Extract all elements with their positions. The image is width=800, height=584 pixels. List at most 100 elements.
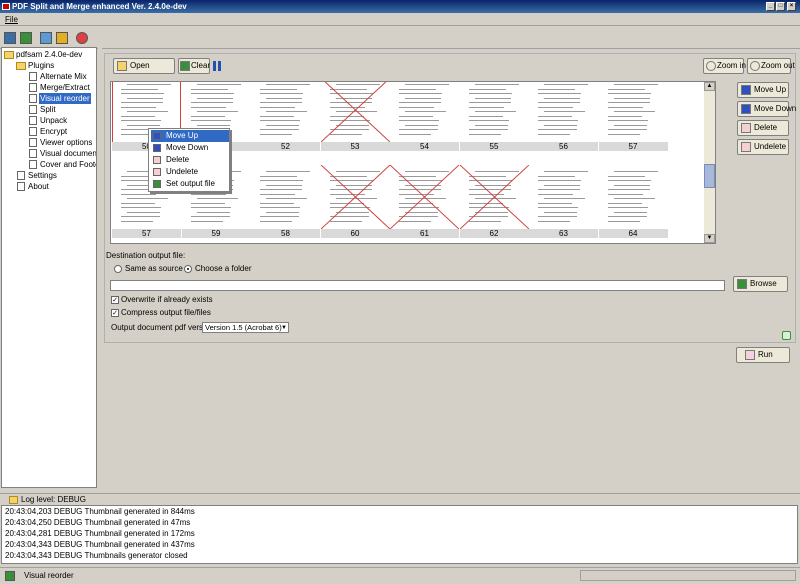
window-title: PDF Split and Merge enhanced Ver. 2.4.0e… [12,2,187,11]
thumbnail-page[interactable]: 61 [390,165,459,238]
tree-root[interactable]: pdfsam 2.4.0e-dev [16,49,82,60]
zoom-in-button[interactable]: Zoom in [703,58,746,74]
menu-item-undelete[interactable]: Undelete [151,166,229,178]
split-pane-divider[interactable] [98,47,102,488]
tree-item-merge-extract[interactable]: Merge/Extract [40,82,90,93]
thumbnail-page[interactable]: 55 [459,82,529,151]
minimize-button[interactable]: _ [766,2,775,11]
tree-item-encrypt[interactable]: Encrypt [40,126,67,137]
tree-item-split[interactable]: Split [40,104,56,115]
tree-item-cover-and-footer[interactable]: Cover and Footer [40,159,96,170]
browse-icon [737,278,747,289]
delete-label: Delete [754,123,778,132]
save-icon[interactable] [4,32,16,44]
scroll-down-arrow[interactable]: ▼ [704,234,715,243]
move-down-label: Move Down [754,104,797,113]
undelete-label: Undelete [754,142,787,151]
tree-item-alternate-mix[interactable]: Alternate Mix [40,71,87,82]
menu-item-label: Move Down [166,143,209,152]
menu-item-label: Delete [166,155,190,164]
page-number-label: 57 [598,142,668,151]
status-ok-icon [782,331,791,340]
scroll-thumb[interactable] [704,164,715,188]
log-line: 20:43:04,203 DEBUG Thumbnail generated i… [5,507,195,516]
thumbnail-page[interactable]: 62 [459,165,529,238]
menu-item-label: Undelete [166,167,199,176]
menu-item-set-output-file[interactable]: Set output file [151,178,229,190]
page-number-label: 54 [390,142,459,151]
tree-item-visual-reorder[interactable]: Visual reorder [39,93,91,104]
tree-item-settings[interactable]: Settings [28,170,57,181]
delete-button[interactable]: Delete [737,120,789,136]
open-button[interactable]: Open [113,58,175,74]
thumbnail-page[interactable]: 58 [251,165,320,238]
log-header: Log level: DEBUG [0,493,800,505]
run-button[interactable]: Run [736,347,790,363]
thumbnail-page[interactable]: 52 [251,82,320,151]
page-number-label: 58 [251,229,320,238]
folder-icon [117,60,127,71]
thumbnail-page[interactable]: 57 [598,82,668,151]
zoom-out-label: Zoom out [761,61,795,70]
page-number-label: 56 [529,142,598,151]
load-environment-icon[interactable] [40,32,52,44]
tree-item-unpack[interactable]: Unpack [40,115,67,126]
page-number-label: 55 [459,142,529,151]
browse-button[interactable]: Browse [733,276,788,292]
scroll-up-arrow[interactable]: ▲ [704,82,715,91]
tree-plugins[interactable]: Plugins [28,60,54,71]
document-icon [17,171,25,180]
log-area[interactable]: 20:43:04,203 DEBUG Thumbnail generated i… [1,505,798,564]
clear-icon [180,60,190,71]
thumbnail-page[interactable]: 64 [598,165,668,238]
move-down-button[interactable]: Move Down [737,101,796,117]
run-icon [745,349,755,360]
app-icon [2,3,10,10]
thumbnail-scrollbar[interactable]: ▲ ▼ [704,82,715,243]
menu-item-label: Set output file [166,179,215,188]
deleted-mark-icon [320,165,390,229]
thumbnail-page[interactable]: 56 [529,82,598,151]
tree-item-about[interactable]: About [28,181,49,192]
menu-file[interactable]: File [5,15,18,24]
log-icon [9,496,18,504]
tree-item-visual-document-composer[interactable]: Visual document cor [40,148,96,159]
thumbnail-page[interactable]: 54 [390,82,459,151]
pdf-version-select[interactable]: Version 1.5 (Acrobat 6) ▼ [202,322,289,333]
move-up-label: Move Up [754,85,787,94]
move-up-button[interactable]: Move Up [737,82,789,98]
menu-item-delete[interactable]: Delete [151,154,229,166]
tree-item-viewer-options[interactable]: Viewer options [40,137,92,148]
folder-open-icon [16,62,26,70]
clear-button[interactable]: Clear [178,58,210,74]
overwrite-checkbox[interactable]: ✓ [111,296,119,304]
pause-icon[interactable] [213,61,221,71]
page-number-label: 59 [181,229,251,238]
clear-label: Clear [191,61,211,70]
compress-checkbox[interactable]: ✓ [111,309,119,317]
choose-folder-radio[interactable] [184,265,192,273]
thumbnail-page[interactable]: 53 [320,82,390,151]
menu-item-move-up[interactable]: Move Up [151,130,229,142]
same-as-source-radio[interactable] [114,265,122,273]
zoom-out-button[interactable]: Zoom out [747,58,795,74]
document-icon [29,83,37,92]
thumbnail-page[interactable]: 60 [320,165,390,238]
document-icon [29,94,37,103]
open-icon[interactable] [20,32,32,44]
close-button[interactable]: × [787,2,796,11]
progress-bar [580,570,796,581]
undelete-button[interactable]: Undelete [737,139,789,155]
exit-icon[interactable] [76,32,88,44]
undelete-icon [741,141,751,152]
log-level[interactable]: Log level: DEBUG [21,494,86,505]
plugin-tree: pdfsam 2.4.0e-dev Plugins Alternate Mix … [1,47,97,488]
destination-path-input[interactable] [110,280,725,291]
page-preview [258,82,313,142]
chevron-down-icon: ▼ [281,325,287,331]
thumbnail-page[interactable]: 63 [529,165,598,238]
maximize-button[interactable]: □ [776,2,785,11]
log-line: 20:43:04,343 DEBUG Thumbnails generator … [5,551,188,560]
menu-item-move-down[interactable]: Move Down [151,142,229,154]
clean-icon[interactable] [56,32,68,44]
